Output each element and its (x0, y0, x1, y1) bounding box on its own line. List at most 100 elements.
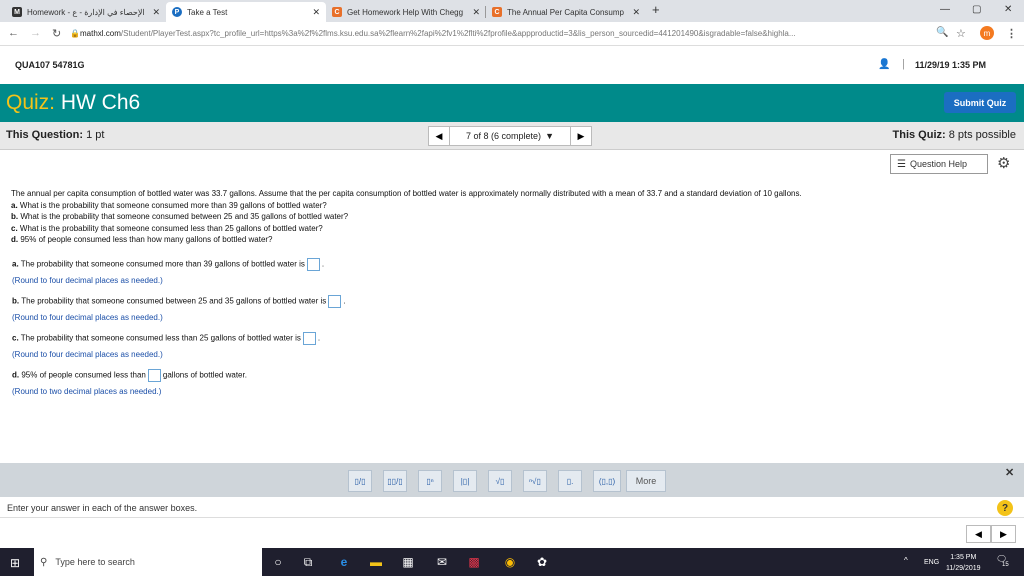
windows-taskbar: ⊞ ⚲ Type here to search ○ ⧉ e ▬ ▦ ✉ ▩ ◉ … (0, 548, 1024, 576)
gift-app-icon[interactable]: ▩ (466, 554, 482, 570)
answer-a-input[interactable] (306, 258, 320, 271)
tab-annual-per-capita[interactable]: C The Annual Per Capita Consump ✕ (486, 2, 646, 22)
question-part-b: b. What is the probability that someone … (11, 212, 349, 221)
question-help-button[interactable]: ☰ Question Help (890, 154, 988, 174)
course-id: QUA107 54781G (15, 60, 85, 70)
maximize-window-button[interactable]: ▢ (972, 4, 981, 15)
quiz-title: Quiz: HW Ch6 (6, 91, 140, 115)
fraction-tool-button[interactable]: ▯/▯ (348, 470, 372, 492)
quiz-title-name: HW Ch6 (60, 91, 141, 114)
tray-chevron-icon[interactable]: ^ (904, 556, 908, 565)
answer-b-input[interactable] (328, 295, 342, 308)
absolute-value-tool-button[interactable]: |▯| (453, 470, 477, 492)
close-tab-icon[interactable]: ✕ (152, 7, 160, 18)
page-forward-button[interactable]: ▶ (991, 525, 1016, 543)
exponent-tool-button[interactable]: ▯ⁿ (418, 470, 442, 492)
square-root-tool-button[interactable]: √▯ (488, 470, 512, 492)
mail-icon[interactable]: ✉ (434, 554, 450, 570)
answer-b-hint: (Round to four decimal places as needed.… (12, 313, 163, 322)
quiz-title-bar: Quiz: HW Ch6 Submit Quiz (0, 84, 1024, 122)
url-field[interactable]: mathxl.com/Student/PlayerTest.aspx?tc_pr… (80, 26, 950, 42)
tab-chegg[interactable]: C Get Homework Help With Chegg ✕ (326, 2, 486, 22)
previous-question-button[interactable]: ◀ (428, 126, 450, 146)
user-icon[interactable]: 👤 (878, 59, 890, 70)
header-datetime: 11/29/19 1:35 PM (915, 60, 987, 70)
reload-icon[interactable]: ↻ (52, 27, 61, 40)
zoom-icon[interactable]: 🔍 (936, 27, 948, 38)
new-tab-button[interactable]: + (652, 2, 660, 17)
question-part-c: c. What is the probability that someone … (11, 223, 323, 233)
answer-b: b. The probability that someone consumed… (12, 295, 346, 322)
browser-menu-icon[interactable]: ⋮ (1006, 27, 1017, 40)
answer-c: c. The probability that someone consumed… (12, 332, 321, 359)
this-question-pts: 1 pt (86, 129, 105, 141)
next-question-button[interactable]: ▶ (570, 126, 592, 146)
this-quiz-points: This Quiz: 8 pts possible (893, 129, 1017, 141)
question-navigator: ◀ 7 of 8 (6 complete) ▼ ▶ (428, 126, 592, 146)
url-host: mathxl.com (80, 29, 121, 38)
this-question-label: This Question: (6, 129, 83, 141)
question-help-label: Question Help (909, 159, 968, 169)
quiz-title-label: Quiz: (6, 91, 56, 114)
taskbar-search-input[interactable]: ⚲ Type here to search (34, 548, 262, 576)
task-view-icon[interactable]: ⧉ (300, 554, 316, 570)
close-tab-icon[interactable]: ✕ (472, 7, 480, 18)
close-tab-icon[interactable]: ✕ (312, 7, 320, 18)
close-window-button[interactable]: ✕ (1004, 4, 1012, 15)
lock-icon: 🔒 (70, 29, 80, 38)
bookmark-star-icon[interactable]: ☆ (956, 27, 966, 40)
answer-a: a. The probability that someone consumed… (12, 258, 325, 285)
mixed-number-tool-button[interactable]: ▯▯/▯ (383, 470, 407, 492)
file-explorer-icon[interactable]: ▬ (368, 554, 384, 570)
tab-take-a-test[interactable]: P Take a Test ✕ (166, 2, 326, 22)
extension-icon[interactable]: m (980, 26, 994, 40)
this-quiz-label: This Quiz: (892, 129, 946, 141)
answer-c-hint: (Round to four decimal places as needed.… (12, 350, 163, 359)
pearson-favicon-icon: P (172, 7, 182, 17)
close-tab-icon[interactable]: ✕ (632, 7, 640, 18)
address-bar-row: ← → ↻ 🔒 mathxl.com/Student/PlayerTest.as… (0, 22, 1024, 46)
submit-quiz-button[interactable]: Submit Quiz (944, 92, 1016, 113)
taskbar-clock[interactable]: 1:35 PM 11/29/2019 (946, 552, 981, 574)
dropdown-triangle-icon: ▼ (545, 131, 554, 141)
tab-homework[interactable]: M Homework - الإحصاء في الإدارة - ع ✕ (6, 2, 166, 22)
gear-icon[interactable]: ⚙ (997, 154, 1010, 172)
instructions-bar: Enter your answer in each of the answer … (0, 497, 1024, 518)
taskbar-date: 11/29/2019 (946, 565, 981, 572)
search-icon: ⚲ (40, 556, 48, 568)
question-select[interactable]: 7 of 8 (6 complete) ▼ (450, 126, 570, 146)
windows-start-icon[interactable]: ⊞ (10, 556, 20, 570)
this-question-points: This Question: 1 pt (6, 129, 104, 141)
minimize-window-button[interactable]: — (940, 4, 950, 15)
page-navigator: ◀ ▶ (966, 525, 1016, 543)
tab-homework-label: Homework - الإحصاء في الإدارة - ع (27, 7, 145, 17)
nth-root-tool-button[interactable]: ⁿ√▯ (523, 470, 547, 492)
math-toolbar: ▯/▯ ▯▯/▯ ▯ⁿ |▯| √▯ ⁿ√▯ ▯. (▯,▯) More ✕ (0, 463, 1024, 497)
cortana-icon[interactable]: ○ (270, 554, 286, 570)
tab-take-a-test-label: Take a Test (187, 7, 228, 17)
more-tools-button[interactable]: More (626, 470, 666, 492)
store-icon[interactable]: ▦ (400, 554, 416, 570)
tab-chegg-label: Get Homework Help With Chegg (347, 7, 464, 17)
app-icon[interactable]: ✿ (534, 554, 550, 570)
header-divider: | (902, 58, 905, 70)
page-back-button[interactable]: ◀ (966, 525, 991, 543)
language-indicator[interactable]: ENG (924, 559, 939, 566)
answer-a-hint: (Round to four decimal places as needed.… (12, 276, 163, 285)
forward-arrow-icon[interactable]: → (30, 27, 41, 39)
chrome-icon[interactable]: ◉ (502, 554, 518, 570)
question-stem: The annual per capita consumption of bot… (11, 189, 802, 198)
decimal-tool-button[interactable]: ▯. (558, 470, 582, 492)
help-icon[interactable]: ? (997, 500, 1013, 516)
close-toolbar-icon[interactable]: ✕ (1005, 466, 1014, 479)
edge-icon[interactable]: e (336, 554, 352, 570)
this-quiz-pts: 8 pts possible (948, 129, 1016, 141)
answer-d-input[interactable] (147, 369, 161, 382)
question-select-value: 7 of 8 (6 complete) (466, 131, 542, 141)
answer-c-input[interactable] (302, 332, 316, 345)
tab-annual-per-capita-label: The Annual Per Capita Consump (507, 7, 624, 17)
ordered-pair-tool-button[interactable]: (▯,▯) (593, 470, 621, 492)
list-icon: ☰ (897, 158, 906, 170)
back-arrow-icon[interactable]: ← (8, 27, 19, 39)
answer-d-hint: (Round to two decimal places as needed.) (12, 387, 162, 396)
